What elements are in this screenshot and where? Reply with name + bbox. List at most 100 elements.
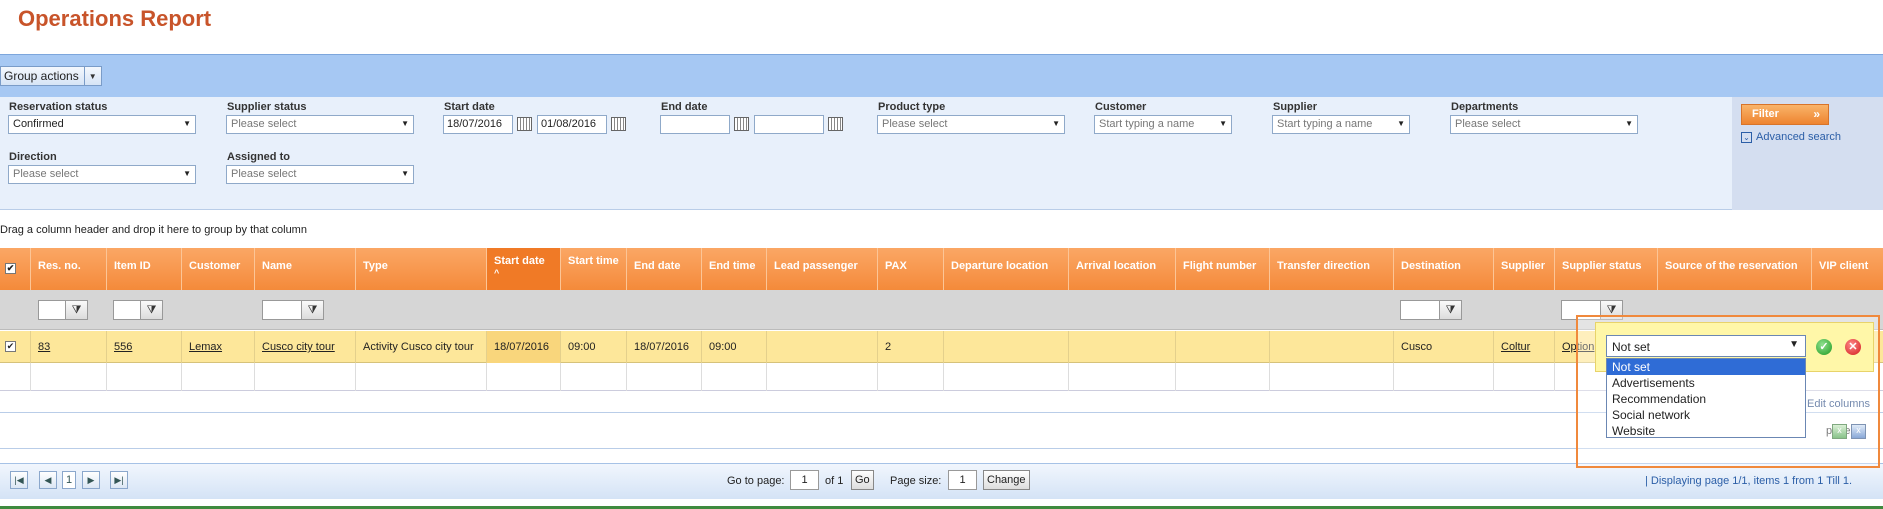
column-header[interactable]: Arrival location [1069, 248, 1176, 290]
filter-icon[interactable]: ⧩ [302, 300, 324, 320]
direction-placeholder: Please select [13, 168, 79, 180]
filter-input[interactable] [38, 300, 66, 320]
name-link[interactable]: Cusco city tour [255, 331, 356, 363]
option-item[interactable]: Advertisements [1607, 375, 1805, 391]
group-actions-button[interactable]: Group actions ▼ [0, 66, 102, 86]
next-page-icon[interactable]: ▶ [82, 471, 100, 489]
column-header[interactable]: Res. no. [31, 248, 107, 290]
filter-input[interactable] [1400, 300, 1440, 320]
change-button[interactable]: Change [983, 470, 1030, 490]
column-header[interactable]: Name [255, 248, 356, 290]
transfer-direction-cell [1270, 331, 1394, 363]
column-header[interactable]: Source of the reservation [1658, 248, 1812, 290]
calendar-icon[interactable] [517, 117, 532, 131]
item-id-filter[interactable]: ⧩ [113, 300, 163, 320]
item-id-link[interactable]: 556 [107, 331, 182, 363]
calendar-icon[interactable] [611, 117, 626, 131]
filter-button[interactable]: Filter » [1741, 104, 1829, 125]
supplier-status-select[interactable]: Please select ▼ [226, 115, 414, 134]
end-date-to-input[interactable] [754, 115, 824, 134]
destination-filter[interactable]: ⧩ [1400, 300, 1462, 320]
customer-link[interactable]: Lemax [182, 331, 255, 363]
chevron-down-icon: ▼ [1052, 119, 1060, 128]
column-header[interactable]: Supplier status [1555, 248, 1658, 290]
go-to-page-input[interactable]: 1 [790, 470, 819, 490]
chevron-down-icon: ▼ [1625, 119, 1633, 128]
group-actions-label: Group actions [1, 67, 85, 85]
select-all-checkbox[interactable]: ✔ [5, 263, 16, 274]
destination-cell: Cusco [1394, 331, 1494, 363]
reservation-status-label: Reservation status [9, 101, 108, 113]
calendar-icon[interactable] [828, 117, 843, 131]
column-header[interactable]: Flight number [1176, 248, 1270, 290]
advanced-search-toggle[interactable]: ⌄ Advanced search [1741, 131, 1841, 143]
source-of-reservation-select[interactable]: Not set ▼ [1606, 335, 1806, 357]
column-header[interactable]: Type [356, 248, 487, 290]
end-date-from-input[interactable] [660, 115, 730, 134]
customer-label: Customer [1095, 101, 1147, 113]
filter-input[interactable] [113, 300, 141, 320]
column-header[interactable]: Item ID [107, 248, 182, 290]
column-header[interactable]: Supplier [1494, 248, 1555, 290]
column-header[interactable]: End time [702, 248, 767, 290]
column-header[interactable]: PAX [878, 248, 944, 290]
filter-input[interactable] [262, 300, 302, 320]
column-header[interactable]: End date [627, 248, 702, 290]
column-header[interactable]: VIP client [1812, 248, 1883, 290]
supplier-link[interactable]: Coltur [1494, 331, 1555, 363]
chevron-down-icon[interactable]: ▼ [85, 72, 101, 81]
filter-button-label: Filter [1752, 108, 1779, 120]
toolbar: Group actions ▼ [0, 54, 1883, 97]
calendar-icon[interactable] [734, 117, 749, 131]
row-checkbox[interactable]: ✔ [5, 341, 16, 352]
column-header[interactable]: Departure location [944, 248, 1069, 290]
select-all-header[interactable]: ✔ [0, 248, 31, 290]
start-date-to-input[interactable]: 01/08/2016 [537, 115, 607, 134]
column-header[interactable]: Start time [561, 248, 627, 290]
empty-cell [1494, 363, 1555, 391]
empty-cell [627, 363, 702, 391]
option-item[interactable]: Website [1607, 423, 1805, 439]
go-button[interactable]: Go [851, 470, 874, 490]
supplier-select[interactable]: Start typing a name ▼ [1272, 115, 1410, 134]
product-type-select[interactable]: Please select ▼ [877, 115, 1065, 134]
option-item[interactable]: Recommendation [1607, 391, 1805, 407]
source-selected-value: Not set [1612, 340, 1651, 354]
chevron-down-icon: ▼ [183, 169, 191, 178]
filter-icon[interactable]: ⧩ [66, 300, 88, 320]
supplier-label: Supplier [1273, 101, 1318, 113]
option-item[interactable]: Not set [1607, 359, 1805, 375]
column-header[interactable]: Destination [1394, 248, 1494, 290]
res-no-filter[interactable]: ⧩ [38, 300, 88, 320]
empty-cell [944, 363, 1069, 391]
page-size-input[interactable]: 1 [948, 470, 977, 490]
pax-cell: 2 [878, 331, 944, 363]
column-header[interactable]: Customer [182, 248, 255, 290]
reservation-status-select[interactable]: Confirmed ▼ [8, 115, 196, 134]
first-page-icon[interactable]: |◀ [10, 471, 28, 489]
departments-select[interactable]: Please select ▼ [1450, 115, 1638, 134]
start-date-from-input[interactable]: 18/07/2016 [443, 115, 513, 134]
start-date-label: Start date [444, 101, 495, 113]
column-header[interactable]: Transfer direction [1270, 248, 1394, 290]
row-select-cell[interactable]: ✔ [0, 331, 31, 363]
name-filter[interactable]: ⧩ [262, 300, 324, 320]
filter-icon[interactable]: ⧩ [141, 300, 163, 320]
chevron-down-icon: ▼ [1397, 119, 1405, 128]
res-no-link[interactable]: 83 [31, 331, 107, 363]
empty-cell [31, 363, 107, 391]
last-page-icon[interactable]: ▶| [110, 471, 128, 489]
prev-page-icon[interactable]: ◀ [39, 471, 57, 489]
filter-icon[interactable]: ⧩ [1440, 300, 1462, 320]
option-item[interactable]: Social network [1607, 407, 1805, 423]
empty-cell [1270, 363, 1394, 391]
assigned-to-select[interactable]: Please select ▼ [226, 165, 414, 184]
cancel-icon[interactable]: ✕ [1845, 339, 1861, 355]
direction-select[interactable]: Please select ▼ [8, 165, 196, 184]
departments-label: Departments [1451, 101, 1519, 113]
current-page-button[interactable]: 1 [62, 471, 76, 489]
customer-select[interactable]: Start typing a name ▼ [1094, 115, 1232, 134]
column-header[interactable]: Lead passenger [767, 248, 878, 290]
confirm-icon[interactable]: ✓ [1816, 339, 1832, 355]
column-header-sorted[interactable]: Start date ^ [487, 248, 561, 290]
